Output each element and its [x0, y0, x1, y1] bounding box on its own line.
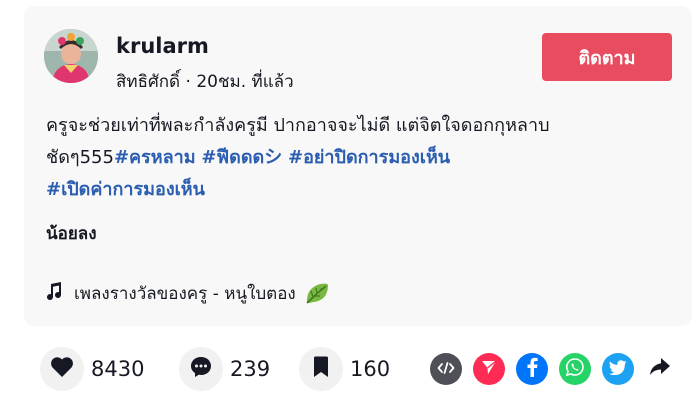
- author-subline: สิทธิศักดิ์ · 20ชม. ที่แล้ว: [116, 68, 294, 95]
- post-time: 20ชม. ที่แล้ว: [196, 72, 294, 92]
- subline-separator: ·: [180, 72, 197, 92]
- comment-button[interactable]: [179, 347, 223, 391]
- caption-line-1: ครูจะช่วยเท่าที่พละกำลังครูมี ปากอาจจะไม…: [46, 115, 550, 136]
- whatsapp-icon: [565, 357, 585, 381]
- post-card: krularm สิทธิศักดิ์ · 20ชม. ที่แล้ว ติดต…: [24, 6, 692, 326]
- facebook-icon: [526, 357, 538, 381]
- avatar[interactable]: [44, 29, 98, 83]
- embed-button[interactable]: [430, 353, 462, 385]
- like-button[interactable]: [40, 347, 84, 391]
- comment-icon: [189, 355, 213, 383]
- bookmark-icon: [312, 356, 330, 382]
- embed-icon: [437, 360, 455, 379]
- music-link[interactable]: เพลงรางวัลของครู - หนูใบตอง: [46, 280, 330, 307]
- show-less-button[interactable]: น้อยลง: [46, 220, 97, 247]
- hashtag-link[interactable]: #ครหลาม: [114, 147, 196, 168]
- leaf-icon: [304, 282, 330, 306]
- caption-line-2: ชัดๆ555#ครหลาม #ฟีดดดシ #อย่าปิดการมองเห็…: [46, 142, 666, 174]
- like-count: 8430: [91, 357, 145, 381]
- music-title: เพลงรางวัลของครู - หนูใบตอง: [74, 284, 296, 304]
- hashtag-link[interactable]: #เปิดค่าการมองเห็น: [46, 179, 205, 200]
- share-arrow-icon: [649, 357, 671, 381]
- caption-line-3: #เปิดค่าการมองเห็น: [46, 174, 666, 206]
- music-note-icon: [46, 282, 62, 305]
- twitter-icon: [609, 359, 627, 379]
- send-icon: [481, 359, 497, 379]
- share-button[interactable]: [647, 356, 673, 382]
- comment-count: 239: [230, 357, 271, 381]
- send-button[interactable]: [473, 353, 505, 385]
- display-name[interactable]: สิทธิศักดิ์: [116, 72, 180, 92]
- comment-stat: 239: [179, 347, 270, 391]
- save-button[interactable]: [299, 347, 343, 391]
- whatsapp-button[interactable]: [559, 353, 591, 385]
- heart-icon: [50, 356, 74, 382]
- post-caption: ครูจะช่วยเท่าที่พละกำลังครูมี ปากอาจจะไม…: [46, 110, 666, 206]
- facebook-button[interactable]: [516, 353, 548, 385]
- username[interactable]: krularm: [116, 34, 209, 58]
- save-stat: 160: [299, 347, 390, 391]
- caption-text: ชัดๆ555: [46, 147, 114, 168]
- hashtag-link[interactable]: #ฟีดดดシ: [201, 147, 282, 168]
- follow-button[interactable]: ติดตาม: [542, 33, 672, 81]
- like-stat: 8430: [40, 347, 144, 391]
- twitter-button[interactable]: [602, 353, 634, 385]
- hashtag-link[interactable]: #อย่าปิดการมองเห็น: [288, 147, 450, 168]
- save-count: 160: [350, 357, 391, 381]
